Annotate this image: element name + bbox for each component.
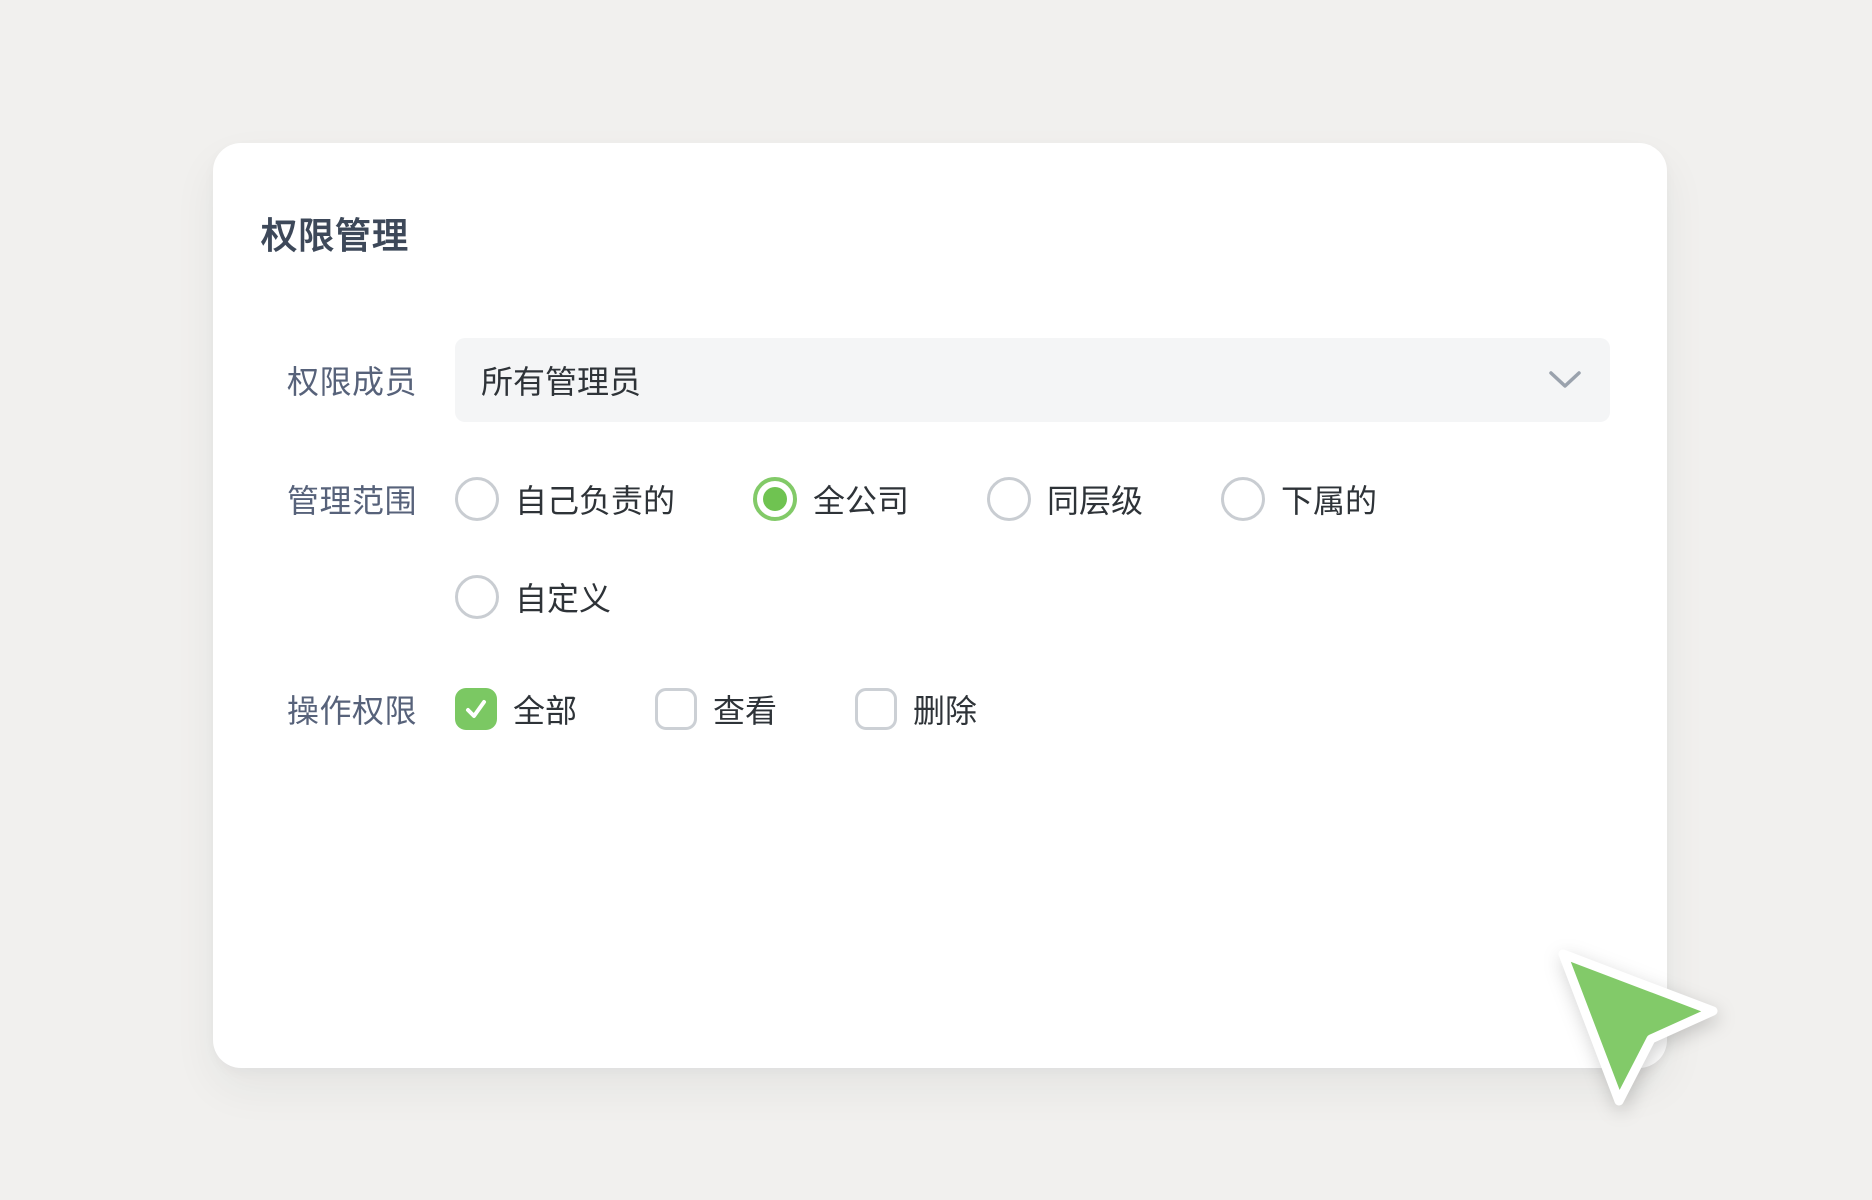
checkbox-option-label: 查看 <box>713 686 777 732</box>
check-icon <box>463 696 489 722</box>
radio-option-label: 全公司 <box>813 476 909 522</box>
actions-row: 操作权限 全部 查看 删除 <box>287 685 1610 733</box>
checkbox <box>655 688 697 730</box>
radio-button <box>753 477 797 521</box>
radio-button <box>987 477 1031 521</box>
radio-option[interactable]: 自定义 <box>455 574 611 620</box>
member-row: 权限成员 所有管理员 <box>287 338 1610 422</box>
radio-option[interactable]: 下属的 <box>1221 476 1377 522</box>
radio-button <box>455 575 499 619</box>
radio-option[interactable]: 全公司 <box>753 476 909 522</box>
checkbox-option-label: 全部 <box>513 686 577 732</box>
actions-options-line: 全部 查看 删除 <box>455 686 1055 732</box>
scope-options-line-2: 自定义 <box>455 574 689 620</box>
permission-card: 权限管理 权限成员 所有管理员 管理范围 自己负责的 全公司 同层级 下属的 <box>213 143 1667 1068</box>
checkbox-option[interactable]: 全部 <box>455 686 577 732</box>
radio-option-label: 下属的 <box>1281 476 1377 522</box>
checkbox-option[interactable]: 删除 <box>855 686 977 732</box>
radio-option[interactable]: 自己负责的 <box>455 476 675 522</box>
radio-option-label: 同层级 <box>1047 476 1143 522</box>
scope-label: 管理范围 <box>287 476 455 522</box>
checkbox <box>455 688 497 730</box>
radio-option-label: 自己负责的 <box>515 476 675 522</box>
checkbox <box>855 688 897 730</box>
member-label: 权限成员 <box>287 357 455 403</box>
actions-label: 操作权限 <box>287 686 455 732</box>
selected-member-value: 所有管理员 <box>481 357 641 403</box>
radio-button <box>455 477 499 521</box>
member-select[interactable]: 所有管理员 <box>455 338 1610 422</box>
chevron-down-icon <box>1548 370 1582 390</box>
radio-option[interactable]: 同层级 <box>987 476 1143 522</box>
scope-options-line-1: 自己负责的 全公司 同层级 下属的 <box>455 476 1455 522</box>
scope-row-wrap: 自定义 <box>287 573 1610 621</box>
radio-button <box>1221 477 1265 521</box>
radio-option-label: 自定义 <box>515 574 611 620</box>
checkbox-option-label: 删除 <box>913 686 977 732</box>
scope-row: 管理范围 自己负责的 全公司 同层级 下属的 <box>287 475 1610 523</box>
checkbox-option[interactable]: 查看 <box>655 686 777 732</box>
page-title: 权限管理 <box>261 207 409 259</box>
